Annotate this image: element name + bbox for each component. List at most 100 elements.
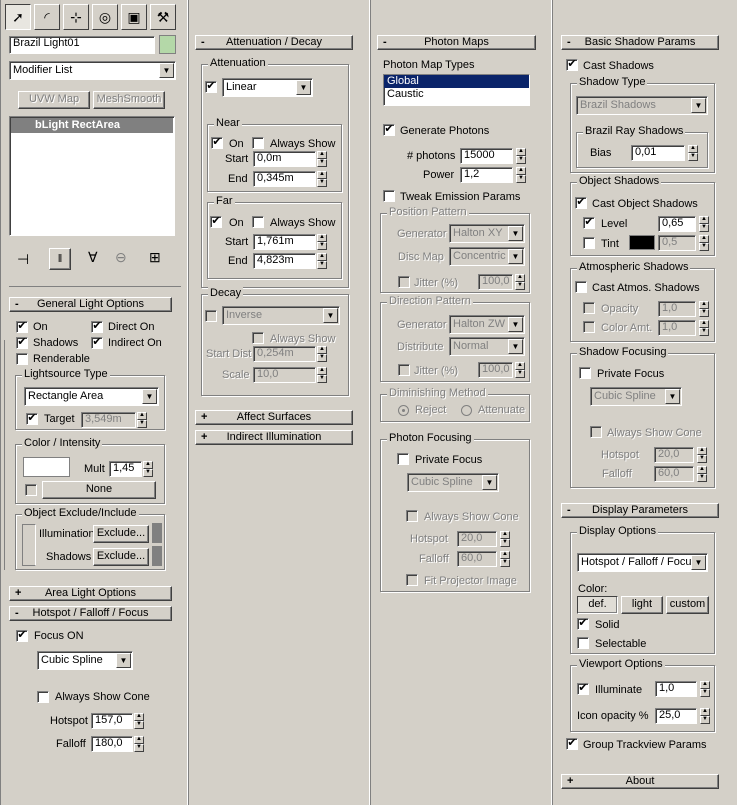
target-distance-field[interactable]: 3,549m bbox=[81, 412, 136, 428]
focus-on-checkbox[interactable]: ✔ bbox=[16, 630, 28, 642]
near-end-spinner[interactable]: ▲ ▼ bbox=[317, 171, 327, 187]
scrollbar[interactable] bbox=[152, 546, 162, 566]
photon-falloff-spinner[interactable]: ▲ ▼ bbox=[500, 551, 510, 567]
far-end-spinner[interactable]: ▲ ▼ bbox=[317, 253, 327, 269]
color-amt-spinner[interactable]: ▲ ▼ bbox=[699, 320, 709, 336]
display-icon[interactable]: ▣ bbox=[121, 4, 147, 30]
light-color-swatch[interactable] bbox=[23, 457, 70, 477]
attenuation-mode-dropdown[interactable]: Linear ▼ bbox=[222, 78, 313, 97]
shadow-falloff-field[interactable]: 60,0 bbox=[654, 466, 694, 482]
object-color-swatch[interactable] bbox=[159, 35, 176, 54]
stack-item[interactable]: bLight RectArea bbox=[11, 118, 173, 133]
on-checkbox[interactable]: ✔ bbox=[16, 321, 28, 333]
shadows-exclude-button[interactable]: Exclude... bbox=[93, 548, 149, 566]
illuminate-spinner[interactable]: ▲ ▼ bbox=[700, 681, 710, 697]
near-start-field[interactable]: 0,0m bbox=[253, 151, 316, 167]
photon-hotspot-spinner[interactable]: ▲ ▼ bbox=[500, 531, 510, 547]
rollout-about[interactable]: + About bbox=[561, 774, 719, 789]
power-field[interactable]: 1,2 bbox=[460, 167, 513, 183]
decay-mode-dropdown[interactable]: Inverse ▼ bbox=[222, 306, 340, 325]
rollout-display-parameters[interactable]: - Display Parameters bbox=[561, 503, 719, 518]
far-start-spinner[interactable]: ▲ ▼ bbox=[317, 234, 327, 250]
shadow-hotspot-field[interactable]: 20,0 bbox=[654, 447, 694, 463]
generate-photons-checkbox[interactable]: ✔ bbox=[383, 124, 395, 136]
pos-generator-dropdown[interactable]: Halton XY ▼ bbox=[449, 224, 525, 243]
far-start-field[interactable]: 1,761m bbox=[253, 234, 316, 250]
attenuate-radio[interactable] bbox=[461, 405, 472, 416]
hierarchy-icon[interactable]: ⊹ bbox=[63, 4, 89, 30]
rollout-general-light-options[interactable]: - General Light Options bbox=[9, 297, 172, 312]
decay-checkbox[interactable] bbox=[205, 310, 217, 322]
photon-always-show-cone-checkbox[interactable] bbox=[406, 510, 418, 522]
focus-mode-dropdown[interactable]: Cubic Spline ▼ bbox=[37, 651, 133, 670]
disc-map-dropdown[interactable]: Concentric M ▼ bbox=[449, 247, 525, 266]
cast-shadows-checkbox[interactable]: ✔ bbox=[566, 59, 578, 71]
level-spinner[interactable]: ▲ ▼ bbox=[699, 216, 709, 232]
photon-map-types-list[interactable]: Global Caustic bbox=[383, 74, 530, 106]
solid-checkbox[interactable]: ✔ bbox=[577, 618, 589, 630]
rollout-basic-shadow-params[interactable]: - Basic Shadow Params bbox=[561, 35, 719, 50]
tint-spinner[interactable]: ▲ ▼ bbox=[699, 235, 709, 251]
icon-opacity-spinner[interactable]: ▲ ▼ bbox=[700, 708, 710, 724]
shadows-checkbox[interactable]: ✔ bbox=[16, 337, 28, 349]
hotspot-field[interactable]: 157,0 bbox=[91, 713, 133, 729]
tweak-emission-checkbox[interactable] bbox=[383, 190, 395, 202]
modify-icon[interactable]: ◜ bbox=[34, 4, 60, 30]
meshsmooth-button[interactable]: MeshSmooth bbox=[93, 91, 165, 109]
power-spinner[interactable]: ▲ ▼ bbox=[516, 167, 526, 183]
shadow-hotspot-spinner[interactable]: ▲ ▼ bbox=[697, 447, 707, 463]
tint-checkbox[interactable] bbox=[583, 237, 595, 249]
reject-radio[interactable] bbox=[398, 405, 409, 416]
falloff-spinner[interactable]: ▲ ▼ bbox=[134, 736, 144, 752]
show-end-result-icon[interactable]: ‖ bbox=[49, 248, 71, 270]
start-dist-spinner[interactable]: ▲ ▼ bbox=[317, 346, 327, 362]
far-on-checkbox[interactable]: ✔ bbox=[210, 216, 222, 228]
tint-color-swatch[interactable] bbox=[629, 235, 655, 250]
make-unique-icon[interactable]: ∀ bbox=[88, 249, 98, 266]
color-amt-field[interactable]: 1,0 bbox=[658, 320, 696, 336]
illumination-exclude-button[interactable]: Exclude... bbox=[93, 525, 149, 543]
mult-spinner[interactable]: ▲ ▼ bbox=[143, 461, 153, 477]
photon-falloff-field[interactable]: 60,0 bbox=[457, 551, 497, 567]
near-always-show-checkbox[interactable] bbox=[252, 137, 264, 149]
object-name-field[interactable]: Brazil Light01 bbox=[9, 36, 155, 54]
light-color-button[interactable]: light bbox=[621, 596, 663, 614]
pos-jitter-field[interactable]: 100,0 bbox=[478, 274, 513, 290]
selectable-checkbox[interactable] bbox=[577, 637, 589, 649]
custom-color-button[interactable]: custom bbox=[666, 596, 709, 614]
fit-projector-checkbox[interactable] bbox=[406, 574, 418, 586]
display-mode-dropdown[interactable]: Hotspot / Falloff / Focus ▼ bbox=[577, 553, 708, 572]
dir-generator-dropdown[interactable]: Halton ZW ▼ bbox=[449, 315, 525, 334]
shadow-type-dropdown[interactable]: Brazil Shadows ▼ bbox=[576, 96, 708, 115]
photon-type-caustic[interactable]: Caustic bbox=[384, 88, 529, 101]
scrollbar[interactable] bbox=[152, 523, 162, 543]
projector-map-button[interactable]: None bbox=[42, 481, 156, 499]
rollout-attenuation-decay[interactable]: - Attenuation / Decay bbox=[195, 35, 353, 50]
utilities-hammer-icon[interactable]: ⚒ bbox=[150, 4, 176, 30]
num-photons-spinner[interactable]: ▲ ▼ bbox=[516, 148, 526, 164]
projector-map-checkbox[interactable] bbox=[25, 484, 37, 496]
def-color-button[interactable]: def. bbox=[577, 596, 618, 614]
uvw-map-button[interactable]: UVW Map bbox=[18, 91, 90, 109]
dir-jitter-checkbox[interactable] bbox=[398, 364, 410, 376]
remove-modifier-icon[interactable]: ⊖ bbox=[115, 249, 127, 266]
far-end-field[interactable]: 4,823m bbox=[253, 253, 316, 269]
rollout-photon-maps[interactable]: - Photon Maps bbox=[377, 35, 536, 50]
pin-stack-icon[interactable]: ⊣ bbox=[17, 251, 29, 268]
opacity-checkbox[interactable] bbox=[583, 302, 595, 314]
pos-jitter-spinner[interactable]: ▲ ▼ bbox=[515, 274, 525, 290]
group-trackview-checkbox[interactable]: ✔ bbox=[566, 738, 578, 750]
bias-field[interactable]: 0,01 bbox=[631, 145, 685, 161]
dir-jitter-spinner[interactable]: ▲ ▼ bbox=[515, 362, 525, 378]
lightsource-type-dropdown[interactable]: Rectangle Area ▼ bbox=[24, 387, 159, 406]
always-show-cone-checkbox[interactable] bbox=[37, 691, 49, 703]
illuminate-checkbox[interactable]: ✔ bbox=[577, 683, 589, 695]
rollout-affect-surfaces[interactable]: + Affect Surfaces bbox=[195, 410, 353, 425]
direct-on-checkbox[interactable]: ✔ bbox=[91, 321, 103, 333]
opacity-field[interactable]: 1,0 bbox=[658, 301, 696, 317]
shadow-always-show-cone-checkbox[interactable] bbox=[590, 426, 602, 438]
rollout-area-light-options[interactable]: + Area Light Options bbox=[9, 586, 172, 601]
create-arrow-icon[interactable]: ➚ bbox=[5, 4, 31, 30]
scale-spinner[interactable]: ▲ ▼ bbox=[317, 367, 327, 383]
start-dist-field[interactable]: 0,254m bbox=[253, 346, 316, 362]
